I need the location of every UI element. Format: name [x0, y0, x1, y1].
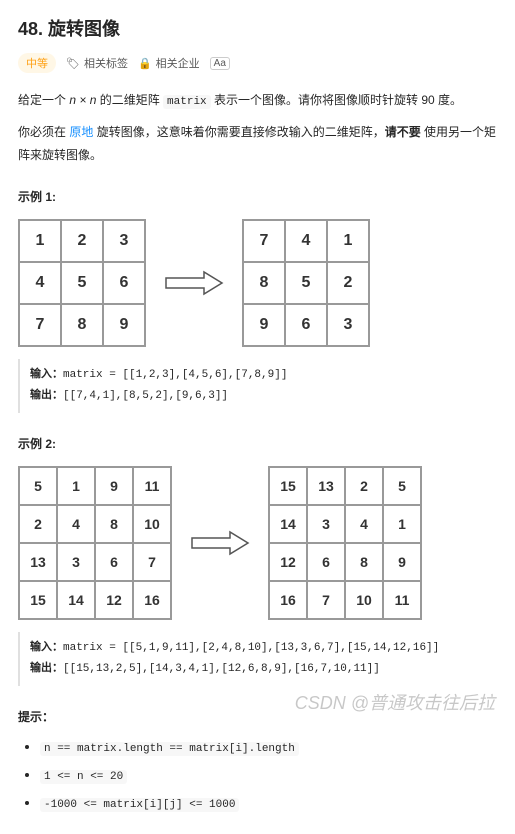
difficulty-badge: 中等	[18, 53, 56, 73]
matrix-cell: 5	[383, 467, 421, 505]
matrix-cell: 1	[57, 467, 95, 505]
matrix-cell: 4	[19, 262, 61, 304]
constraints-label: 提示：	[18, 708, 497, 725]
matrix-cell: 3	[327, 304, 369, 346]
tag-icon: 🏷	[66, 57, 80, 70]
tags-row: 中等 🏷 相关标签 🔒 相关企业 Aa	[18, 53, 497, 73]
matrix-cell: 11	[133, 467, 171, 505]
example2-code: 输入：matrix = [[5,1,9,11],[2,4,8,10],[13,3…	[18, 632, 497, 686]
matrix-cell: 7	[243, 220, 285, 262]
matrix-cell: 6	[307, 543, 345, 581]
matrix-cell: 1	[19, 220, 61, 262]
matrix-cell: 6	[285, 304, 327, 346]
arrow-icon	[164, 268, 224, 298]
matrix-cell: 2	[61, 220, 103, 262]
matrix-cell: 8	[243, 262, 285, 304]
description-p2: 你必须在 原地 旋转图像，这意味着你需要直接修改输入的二维矩阵，请不要 使用另一…	[18, 121, 497, 167]
font-icon: Aa	[210, 57, 230, 70]
matrix-cell: 2	[327, 262, 369, 304]
example1-figure: 123456789 741852963	[18, 219, 497, 347]
matrix-cell: 2	[19, 505, 57, 543]
matrix-cell: 12	[95, 581, 133, 619]
matrix-cell: 11	[383, 581, 421, 619]
matrix-cell: 4	[345, 505, 383, 543]
matrix-cell: 16	[269, 581, 307, 619]
related-companies-link[interactable]: 🔒 相关企业	[138, 55, 200, 71]
matrix-cell: 7	[133, 543, 171, 581]
related-topics-link[interactable]: 🏷 相关标签	[66, 55, 128, 71]
matrix-cell: 2	[345, 467, 383, 505]
matrix-cell: 5	[285, 262, 327, 304]
matrix-cell: 9	[95, 467, 133, 505]
example2-after-matrix: 151325 14341 12689 1671011	[268, 466, 422, 620]
example2-before-matrix: 51911 24810 13367 15141216	[18, 466, 172, 620]
matrix-cell: 3	[103, 220, 145, 262]
matrix-cell: 1	[327, 220, 369, 262]
matrix-cell: 8	[95, 505, 133, 543]
matrix-cell: 7	[307, 581, 345, 619]
matrix-cell: 8	[345, 543, 383, 581]
matrix-cell: 10	[133, 505, 171, 543]
matrix-cell: 14	[57, 581, 95, 619]
constraint-item: -1000 <= matrix[i][j] <= 1000	[40, 795, 497, 811]
example1-after-matrix: 741852963	[242, 219, 370, 347]
matrix-cell: 7	[19, 304, 61, 346]
matrix-cell: 9	[243, 304, 285, 346]
matrix-cell: 4	[57, 505, 95, 543]
example2-label: 示例 2:	[18, 435, 497, 452]
matrix-cell: 10	[345, 581, 383, 619]
example1-code: 输入：matrix = [[1,2,3],[4,5,6],[7,8,9]] 输出…	[18, 359, 497, 413]
example2-figure: 51911248101336715141216 1513251434112689…	[18, 466, 497, 620]
constraint-item: n == matrix.length == matrix[i].length	[40, 739, 497, 755]
font-size-button[interactable]: Aa	[210, 57, 230, 70]
matrix-cell: 6	[95, 543, 133, 581]
matrix-cell: 6	[103, 262, 145, 304]
example1-before-matrix: 123456789	[18, 219, 146, 347]
matrix-cell: 3	[307, 505, 345, 543]
matrix-cell: 1	[383, 505, 421, 543]
description-p1: 给定一个 n × n 的二维矩阵 matrix 表示一个图像。请你将图像顺时针旋…	[18, 89, 497, 113]
tag-label: 相关企业	[156, 55, 200, 71]
example1-label: 示例 1:	[18, 188, 497, 205]
problem-title: 48. 旋转图像	[18, 15, 497, 41]
matrix-cell: 5	[61, 262, 103, 304]
matrix-cell: 14	[269, 505, 307, 543]
matrix-cell: 4	[285, 220, 327, 262]
matrix-cell: 13	[307, 467, 345, 505]
lock-icon: 🔒	[138, 57, 152, 70]
matrix-cell: 3	[57, 543, 95, 581]
matrix-cell: 8	[61, 304, 103, 346]
arrow-icon	[190, 528, 250, 558]
tag-label: 相关标签	[84, 55, 128, 71]
matrix-cell: 15	[269, 467, 307, 505]
matrix-cell: 16	[133, 581, 171, 619]
matrix-cell: 15	[19, 581, 57, 619]
matrix-cell: 13	[19, 543, 57, 581]
matrix-cell: 9	[103, 304, 145, 346]
code-matrix: matrix	[163, 95, 211, 109]
matrix-cell: 9	[383, 543, 421, 581]
matrix-cell: 5	[19, 467, 57, 505]
constraint-item: 1 <= n <= 20	[40, 767, 497, 783]
matrix-cell: 12	[269, 543, 307, 581]
constraints-list: n == matrix.length == matrix[i].length 1 …	[18, 739, 497, 811]
